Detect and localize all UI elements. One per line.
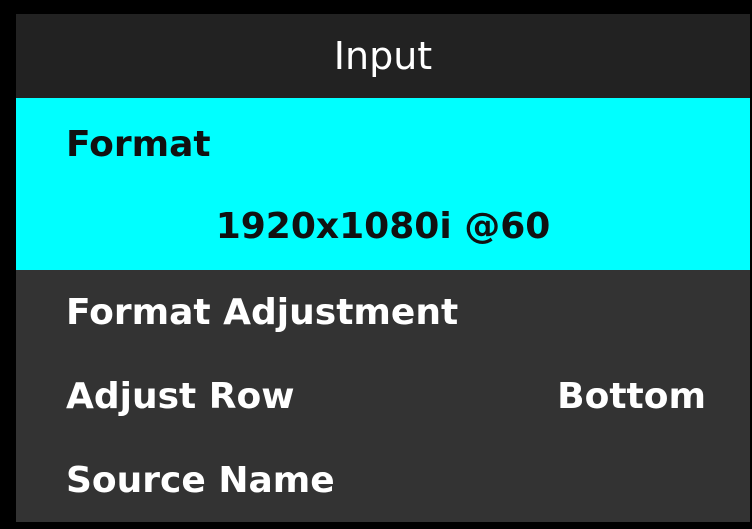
- adjust-row-label: Adjust Row: [66, 375, 295, 417]
- format-value: 1920x1080i @60: [215, 206, 551, 247]
- format-adjustment-label: Format Adjustment: [66, 291, 459, 333]
- source-name-label: Source Name: [66, 459, 335, 501]
- menu-item-source-name[interactable]: Source Name: [16, 438, 750, 522]
- device-frame: Input Format 1920x1080i @60 Format Adjus…: [0, 0, 752, 529]
- menu-item-format-adjustment[interactable]: Format Adjustment: [16, 270, 750, 354]
- adjust-row-value: Bottom: [557, 375, 706, 417]
- menu-item-adjust-row[interactable]: Adjust Row Bottom: [16, 354, 750, 438]
- menu-title: Input: [16, 14, 750, 98]
- osd-menu: Input Format 1920x1080i @60 Format Adjus…: [16, 14, 750, 522]
- format-label: Format: [66, 124, 211, 165]
- menu-item-format[interactable]: Format 1920x1080i @60: [16, 98, 750, 270]
